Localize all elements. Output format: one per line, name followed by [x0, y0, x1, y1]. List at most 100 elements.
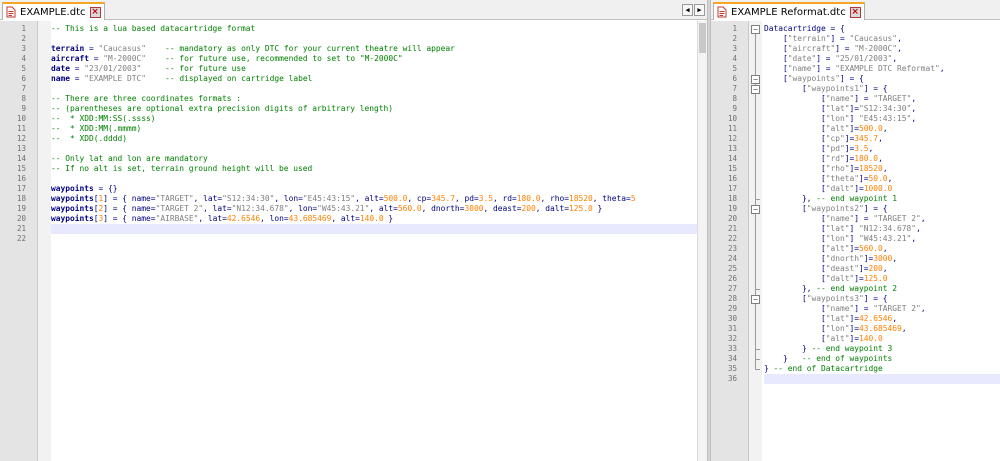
code-line[interactable]: -- Only lat and lon are mandatory [51, 154, 697, 164]
scrollbar-thumb[interactable] [699, 23, 706, 53]
code-line[interactable]: ["alt"]=140.0 [764, 334, 1000, 344]
code-line[interactable]: ["name"] = "TARGET 2", [764, 214, 1000, 224]
code-line[interactable]: ["dalt"]=1000.0 [764, 184, 1000, 194]
code-line[interactable]: ["waypoints1"] = { [764, 84, 1000, 94]
code-line[interactable]: ["deast"]=200, [764, 264, 1000, 274]
code-line[interactable]: -- If no alt is set, terrain ground heig… [51, 164, 697, 174]
code-line[interactable]: ["lat"]=42.6546, [764, 314, 1000, 324]
code-token: "name" [787, 64, 817, 73]
line-number: 10 [727, 114, 737, 123]
code-line[interactable]: ["theta"]=50.0, [764, 174, 1000, 184]
code-line[interactable]: ["cp"]=345.7, [764, 134, 1000, 144]
line-number: 4 [21, 54, 26, 63]
code-line[interactable]: aircraft = "M-2000C" -- for future use, … [51, 54, 697, 64]
code-line[interactable]: ["alt"]=560.0, [764, 244, 1000, 254]
code-line[interactable]: ["waypoints2"] = { [764, 204, 1000, 214]
code-line[interactable]: ["alt"]=500.0, [764, 124, 1000, 134]
code-line[interactable]: ["waypoints"] = { [764, 74, 1000, 84]
code-token: , [882, 164, 888, 173]
tab-scroll-right-button[interactable]: ▶ [694, 4, 705, 16]
right-editor[interactable]: 1 2 3 4 5 6 7 8 9 10 11 12 13 14 15 16 17 18 19 20 21 22 23 24 2… [711, 21, 1000, 461]
tab-label: EXAMPLE Reformat.dtc [731, 6, 846, 18]
vertical-scrollbar[interactable] [697, 21, 707, 461]
code-line[interactable]: ["lon"]=43.685469, [764, 324, 1000, 334]
code-line[interactable]: waypoints[3] = { name="AIRBASE", lat=42.… [51, 214, 697, 224]
code-line[interactable]: ["lat"]="S12:34:30", [764, 104, 1000, 114]
code-line[interactable]: waypoints[1] = { name="TARGET", lat="S12… [51, 194, 697, 204]
code-token: , lon= [288, 204, 318, 213]
fold-toggle-icon[interactable]: − [751, 74, 760, 84]
code-area[interactable]: Datacartridge = { ["terrain"] = "Caucasu… [764, 21, 1000, 461]
code-line[interactable]: ["terrain"] = "Caucasus", [764, 34, 1000, 44]
fold-toggle-icon[interactable]: − [751, 24, 760, 34]
code-line[interactable]: name = "EXAMPLE DTC" -- displayed on car… [51, 74, 697, 84]
code-token: "TARGET 2" [155, 204, 204, 213]
code-line[interactable]: -- * XDD(.dddd) [51, 134, 697, 144]
code-line[interactable]: ["name"] = "TARGET", [764, 94, 1000, 104]
code-line[interactable] [51, 234, 697, 244]
code-line[interactable]: ["lon"] "E45:43:15", [764, 114, 1000, 124]
code-line[interactable]: ["rd"]=180.0, [764, 154, 1000, 164]
code-token: waypoints [51, 184, 94, 193]
code-line[interactable]: } -- end of Datacartridge [764, 364, 1000, 374]
code-line[interactable]: ["lat"] "N12:34.678", [764, 224, 1000, 234]
code-line[interactable] [51, 144, 697, 154]
line-number: 17 [16, 184, 26, 193]
code-line[interactable]: waypoints = {} [51, 184, 697, 194]
code-token: , alt= [355, 194, 384, 203]
code-line[interactable]: -- There are three coordinates formats : [51, 94, 697, 104]
code-line[interactable] [51, 84, 697, 94]
left-editor[interactable]: 1 2 3 4 5 6 7 8 9 10 11 12 13 14 15 16 17 18 19 20 21 22 -- T… [0, 21, 707, 461]
close-icon[interactable]: × [849, 6, 861, 18]
code-line[interactable] [51, 174, 697, 184]
code-line[interactable]: Datacartridge = { [764, 24, 1000, 34]
line-number: 6 [21, 74, 26, 83]
line-number: 29 [727, 304, 737, 313]
code-token: "25/01/2003" [835, 54, 893, 63]
code-token: "AIRBASE" [155, 214, 199, 223]
code-token: , dnorth= [421, 204, 465, 213]
code-line[interactable]: ["pd"]=3.5, [764, 144, 1000, 154]
code-line[interactable]: }, -- end waypoint 1 [764, 194, 1000, 204]
line-number: 22 [16, 234, 26, 243]
fold-end-marker [755, 289, 760, 290]
code-line[interactable]: ["name"] = "EXAMPLE DTC Reformat", [764, 64, 1000, 74]
fold-toggle-icon[interactable]: − [751, 84, 760, 94]
code-line[interactable]: ["date"] = "25/01/2003", [764, 54, 1000, 64]
code-line[interactable]: ["waypoints3"] = { [764, 294, 1000, 304]
code-line[interactable]: ["aircraft"] = "M-2000C", [764, 44, 1000, 54]
code-line[interactable]: ["lon"] "W45:43.21", [764, 234, 1000, 244]
code-line[interactable]: terrain = "Caucasus" -- mandatory as onl… [51, 44, 697, 54]
code-line[interactable] [51, 224, 697, 234]
code-line[interactable]: }, -- end waypoint 2 [764, 284, 1000, 294]
code-token: , [911, 234, 917, 243]
code-area[interactable]: -- This is a lua based datacartridge for… [51, 21, 697, 461]
code-line[interactable] [51, 34, 697, 44]
fold-toggle-icon[interactable]: − [751, 204, 760, 214]
code-line[interactable]: } -- end of waypoints [764, 354, 1000, 364]
tab-example-dtc[interactable]: EXAMPLE.dtc × [2, 2, 105, 20]
code-line[interactable]: } -- end waypoint 3 [764, 344, 1000, 354]
code-line[interactable]: ["name"] = "TARGET 2", [764, 304, 1000, 314]
code-line[interactable]: date = "23/01/2003" -- for future use [51, 64, 697, 74]
line-number: 17 [727, 184, 737, 193]
code-line[interactable]: ["dnorth"]=3000, [764, 254, 1000, 264]
tab-scroll-arrows: ◀ ▶ [682, 4, 705, 16]
code-token: ] [849, 234, 860, 243]
code-line[interactable]: -- * XDD:MM(.mmmm) [51, 124, 697, 134]
tab-scroll-left-button[interactable]: ◀ [682, 4, 693, 16]
code-token: , [882, 124, 888, 133]
code-line[interactable]: -- (parentheses are optional extra preci… [51, 104, 697, 114]
line-number: 15 [16, 164, 26, 173]
code-line[interactable]: -- * XDD:MM:SS(.ssss) [51, 114, 697, 124]
code-line[interactable] [764, 374, 1000, 384]
close-icon[interactable]: × [89, 6, 101, 18]
tab-example-reformat-dtc[interactable]: EXAMPLE Reformat.dtc × [713, 2, 865, 20]
code-line[interactable]: waypoints[2] = { name="TARGET 2", lat="N… [51, 204, 697, 214]
code-line[interactable]: ["dalt"]=125.0 [764, 274, 1000, 284]
fold-toggle-icon[interactable]: − [751, 294, 760, 304]
code-token: , lat= [193, 194, 223, 203]
code-line[interactable]: -- This is a lua based datacartridge for… [51, 24, 697, 34]
code-line[interactable]: ["rho"]=18520, [764, 164, 1000, 174]
